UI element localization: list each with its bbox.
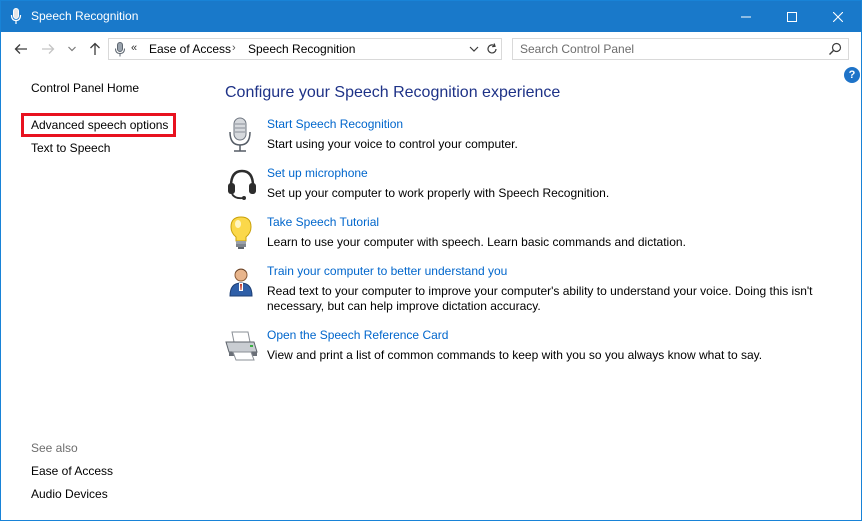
train-computer-link[interactable]: Train your computer to better understand… — [267, 264, 507, 278]
speech-recognition-window: Speech Recognition « Ease of Access › Sp… — [0, 0, 862, 521]
help-button[interactable]: ? — [844, 67, 860, 83]
overflow-chevron[interactable]: « — [131, 42, 137, 54]
page-title: Configure your Speech Recognition experi… — [225, 84, 561, 101]
address-dropdown-button[interactable] — [466, 41, 482, 57]
left-pane: Control Panel Home Advanced speech optio… — [1, 66, 206, 520]
start-speech-recognition-link[interactable]: Start Speech Recognition — [267, 117, 403, 131]
title-bar[interactable]: Speech Recognition — [1, 1, 861, 32]
close-button[interactable] — [815, 1, 861, 32]
set-up-microphone-link[interactable]: Set up microphone — [267, 166, 368, 180]
microphone-icon — [223, 117, 259, 153]
forward-button[interactable] — [38, 40, 58, 58]
task-description: Read text to your computer to improve yo… — [267, 284, 813, 313]
refresh-icon — [487, 43, 497, 54]
refresh-button[interactable] — [484, 41, 500, 57]
audio-devices-link[interactable]: Audio Devices — [31, 487, 108, 501]
up-arrow-icon — [90, 42, 100, 55]
text-to-speech-link[interactable]: Text to Speech — [31, 141, 110, 155]
headset-icon — [223, 166, 259, 202]
breadcrumb-separator[interactable]: › — [232, 42, 236, 54]
see-also-heading: See also — [31, 441, 78, 455]
navigation-bar: « Ease of Access › Speech Recognition — [1, 32, 861, 66]
back-button[interactable] — [11, 40, 31, 58]
maximize-button[interactable] — [769, 1, 815, 32]
chevron-down-icon — [469, 46, 479, 52]
microphone-icon — [114, 42, 126, 57]
search-box[interactable] — [512, 38, 849, 60]
task-description: Start using your voice to control your c… — [267, 137, 518, 151]
window-title: Speech Recognition — [31, 9, 139, 23]
breadcrumb-speech-recognition[interactable]: Speech Recognition — [248, 42, 355, 56]
task-description: View and print a list of common commands… — [267, 348, 763, 362]
recent-locations-button[interactable] — [65, 40, 79, 58]
back-arrow-icon — [14, 44, 27, 54]
take-speech-tutorial-link[interactable]: Take Speech Tutorial — [267, 215, 379, 229]
ease-of-access-link[interactable]: Ease of Access — [31, 464, 113, 478]
task-description: Set up your computer to work properly wi… — [267, 186, 610, 200]
user-train-icon — [223, 264, 259, 300]
up-button[interactable] — [85, 40, 105, 58]
open-reference-card-link[interactable]: Open the Speech Reference Card — [267, 328, 448, 342]
search-input[interactable] — [513, 39, 813, 59]
minimize-icon — [741, 16, 751, 17]
address-bar[interactable]: « Ease of Access › Speech Recognition — [108, 38, 502, 60]
maximize-icon — [787, 11, 797, 22]
lightbulb-icon — [223, 215, 259, 251]
printer-icon — [223, 328, 259, 364]
advanced-speech-options-link[interactable]: Advanced speech options — [31, 118, 168, 132]
control-panel-home-link[interactable]: Control Panel Home — [31, 81, 139, 95]
search-icon[interactable] — [828, 42, 842, 56]
microphone-icon — [10, 8, 22, 25]
chevron-down-icon — [68, 46, 76, 52]
task-description: Learn to use your computer with speech. … — [267, 235, 686, 249]
close-icon — [833, 11, 843, 22]
minimize-button[interactable] — [723, 1, 769, 32]
forward-arrow-icon — [42, 44, 55, 54]
breadcrumb-ease-of-access[interactable]: Ease of Access — [149, 42, 231, 56]
